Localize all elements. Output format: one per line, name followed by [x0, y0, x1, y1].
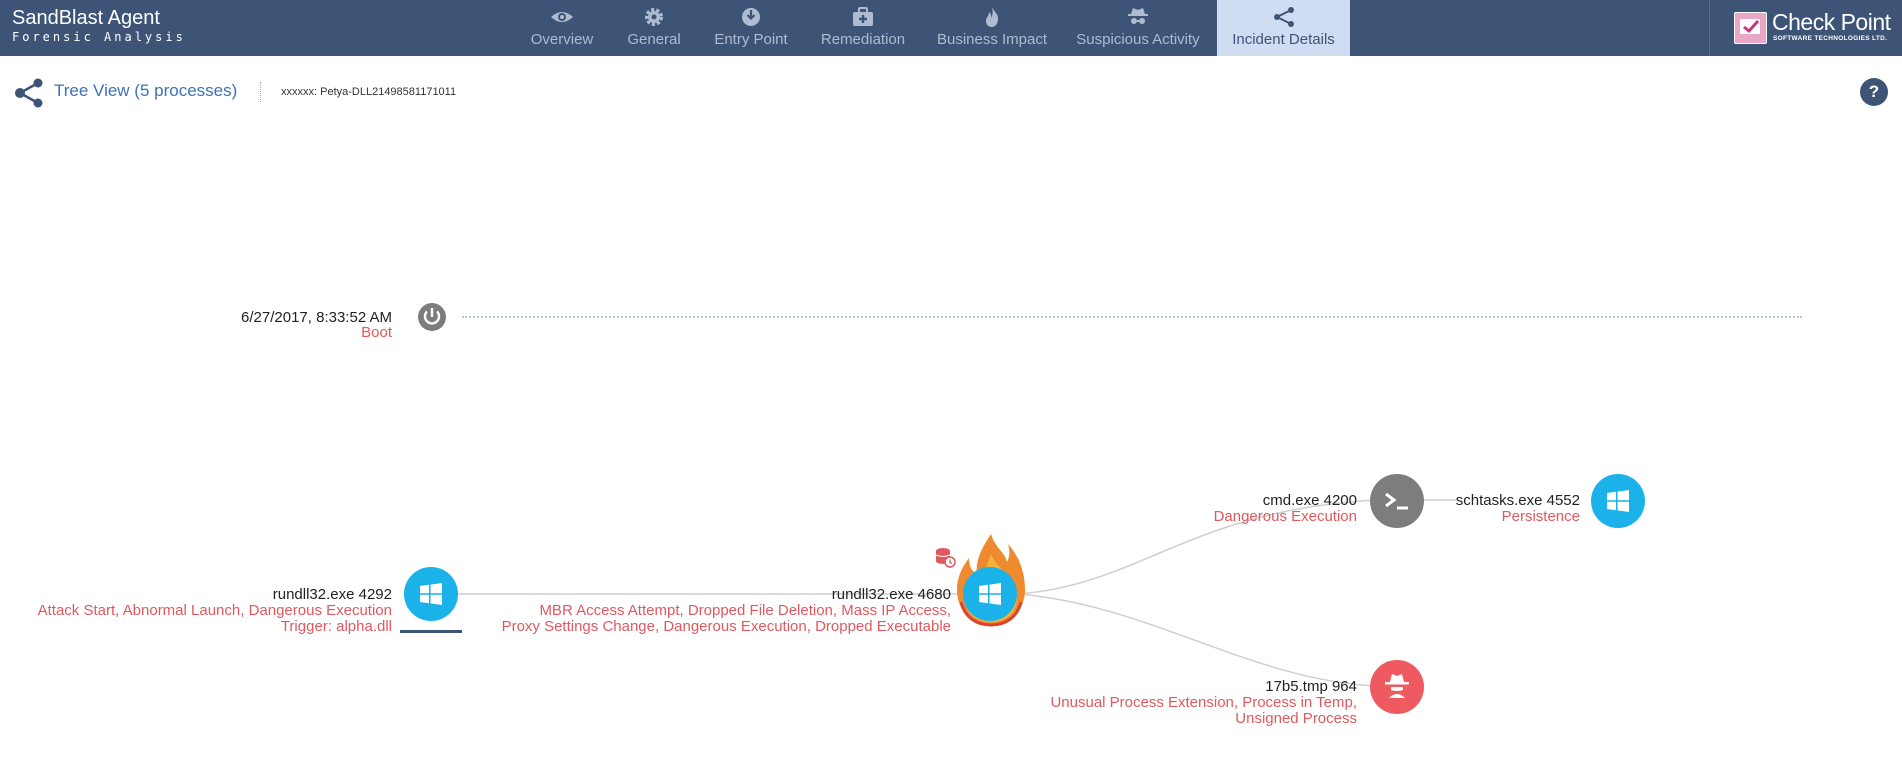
process-name: 17b5.tmp 964 — [1265, 678, 1357, 695]
terminal-icon — [1385, 492, 1408, 510]
process-name: rundll32.exe 4292 — [272, 586, 392, 603]
process-node-4292[interactable] — [404, 567, 458, 621]
process-tags: Dangerous Execution — [1213, 508, 1357, 525]
boot-timeline — [462, 316, 1802, 318]
process-node-4200[interactable] — [1370, 474, 1424, 528]
process-name: cmd.exe 4200 — [1262, 492, 1357, 509]
process-tags: Attack Start, Abnormal Launch, Dangerous… — [37, 602, 392, 619]
boot-label: Boot — [361, 324, 392, 341]
selected-node-indicator — [400, 630, 462, 633]
process-tags: Unusual Process Extension, Process in Te… — [1050, 694, 1357, 711]
process-tags: Proxy Settings Change, Dangerous Executi… — [501, 618, 951, 635]
process-trigger: Trigger: alpha.dll — [280, 618, 392, 635]
power-icon[interactable] — [417, 302, 447, 332]
spy-icon — [1385, 674, 1409, 698]
windows-icon — [420, 583, 442, 605]
process-node-4552[interactable] — [1591, 474, 1645, 528]
process-tags: Unsigned Process — [1235, 710, 1357, 727]
process-node-4680[interactable] — [963, 567, 1017, 621]
process-name: schtasks.exe 4552 — [1455, 492, 1580, 509]
process-tags: MBR Access Attempt, Dropped File Deletio… — [539, 602, 951, 619]
process-name: rundll32.exe 4680 — [831, 586, 951, 603]
process-tree-edges — [458, 499, 1456, 687]
windows-icon — [1607, 490, 1629, 512]
process-tags: Persistence — [1501, 508, 1580, 525]
process-node-964[interactable] — [1370, 660, 1424, 714]
edge-4680-964 — [1017, 593, 1377, 687]
windows-icon — [979, 583, 1001, 605]
database-alert-icon — [935, 548, 956, 568]
